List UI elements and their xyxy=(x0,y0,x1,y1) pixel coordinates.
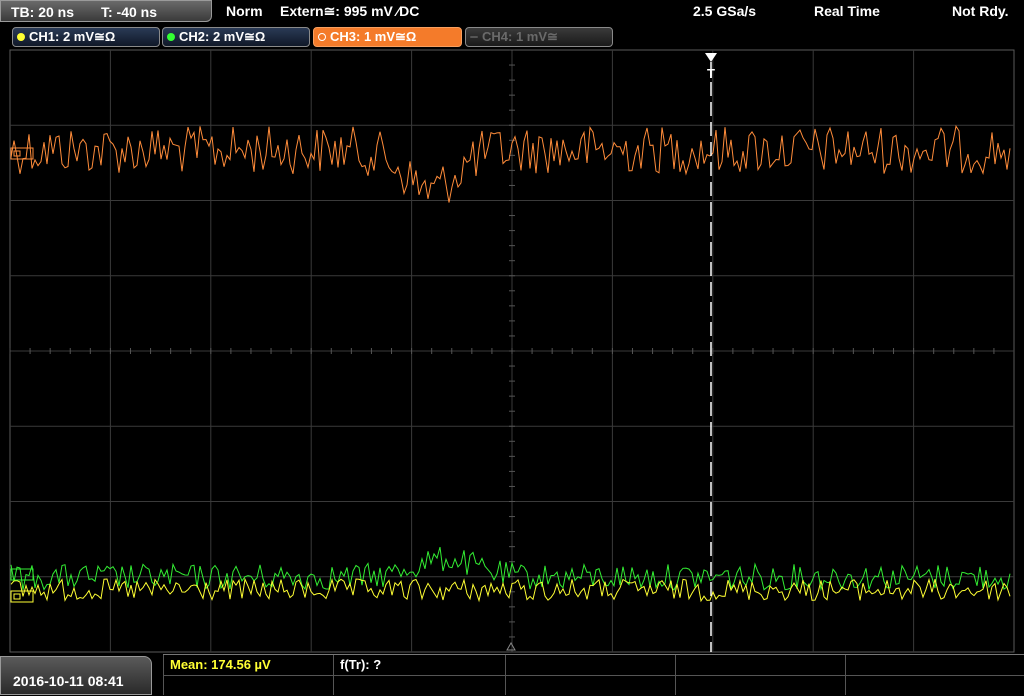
center-marker-icon xyxy=(506,641,516,651)
ch3-offset-marker-icon[interactable] xyxy=(10,147,34,160)
datetime-box: 2016-10-11 08:41 xyxy=(0,656,152,695)
measurement-cell[interactable] xyxy=(505,655,675,675)
ch2-waveform xyxy=(10,546,1011,592)
measurement-cell[interactable]: Mean: 174.56 µV xyxy=(163,655,333,675)
measurement-cell[interactable] xyxy=(675,675,845,695)
measurement-cell[interactable] xyxy=(505,675,675,695)
trigger-position-icon[interactable] xyxy=(705,53,717,62)
measurement-cell[interactable] xyxy=(845,655,1024,675)
measurement-bar: 2016-10-11 08:41 Mean: 174.56 µV f(Tr): … xyxy=(0,654,1024,695)
waveform-display[interactable]: T xyxy=(0,0,1024,695)
measurement-cell[interactable] xyxy=(845,675,1024,695)
measurement-cell[interactable] xyxy=(333,675,505,695)
trigger-marker-label: T xyxy=(707,66,715,81)
measurement-table: Mean: 174.56 µV f(Tr): ? xyxy=(163,654,1024,696)
measurement-cell[interactable] xyxy=(163,675,333,695)
measurement-rise-freq: f(Tr): ? xyxy=(340,657,382,672)
ch3-waveform xyxy=(10,124,1011,203)
datetime: 2016-10-11 08:41 xyxy=(13,673,124,689)
measurement-cell[interactable] xyxy=(675,655,845,675)
measurement-cell[interactable]: f(Tr): ? xyxy=(333,655,505,675)
measurement-mean: Mean: 174.56 µV xyxy=(170,657,271,672)
